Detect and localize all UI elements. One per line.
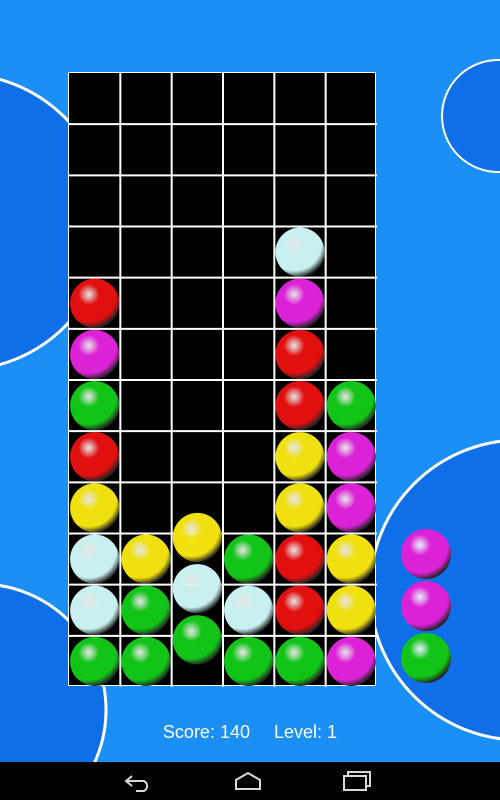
yellow-ball	[70, 483, 120, 533]
back-button[interactable]	[122, 770, 158, 792]
score-label: Score: 140	[162, 722, 250, 742]
green-ball	[70, 636, 120, 687]
recent-apps-icon	[343, 771, 371, 791]
yellow-ball	[275, 483, 325, 533]
level-label: Level: 1	[274, 722, 338, 742]
green-ball	[224, 534, 274, 584]
next-piece-balls	[401, 529, 451, 683]
cyan-ball	[172, 564, 222, 614]
cyan-ball	[224, 585, 274, 635]
green-ball	[401, 633, 451, 683]
home-icon	[235, 771, 261, 790]
red-ball	[70, 278, 120, 328]
magenta-ball	[326, 432, 376, 482]
red-ball	[275, 329, 325, 379]
recent-apps-button[interactable]	[338, 770, 374, 792]
yellow-ball	[172, 512, 222, 563]
magenta-ball	[70, 329, 120, 379]
yellow-ball	[326, 585, 376, 635]
cyan-ball	[275, 227, 325, 277]
green-ball	[326, 381, 376, 431]
red-ball	[275, 585, 325, 635]
magenta-ball	[401, 581, 451, 631]
magenta-ball	[401, 529, 451, 579]
next-piece-preview	[400, 528, 452, 688]
cyan-ball	[70, 585, 120, 635]
green-ball	[224, 636, 274, 687]
red-ball	[275, 381, 325, 431]
green-ball	[172, 615, 222, 665]
red-ball	[70, 432, 120, 482]
board-grid	[69, 73, 377, 687]
magenta-ball	[326, 636, 376, 687]
magenta-ball	[275, 278, 325, 328]
back-icon	[124, 775, 149, 792]
green-ball	[121, 636, 171, 687]
yellow-ball	[121, 534, 171, 584]
yellow-ball	[326, 534, 376, 584]
cyan-ball	[70, 534, 120, 584]
yellow-ball	[275, 432, 325, 482]
android-navigation-bar	[0, 762, 500, 800]
green-ball	[275, 636, 325, 687]
deco-circle-top-right	[441, 59, 500, 173]
red-ball	[275, 534, 325, 584]
status-bar: Score: 140 Level: 1	[0, 722, 500, 743]
green-ball	[70, 381, 120, 431]
game-board[interactable]	[68, 72, 377, 687]
green-ball	[121, 585, 171, 635]
magenta-ball	[326, 483, 376, 533]
home-button[interactable]	[230, 770, 266, 792]
